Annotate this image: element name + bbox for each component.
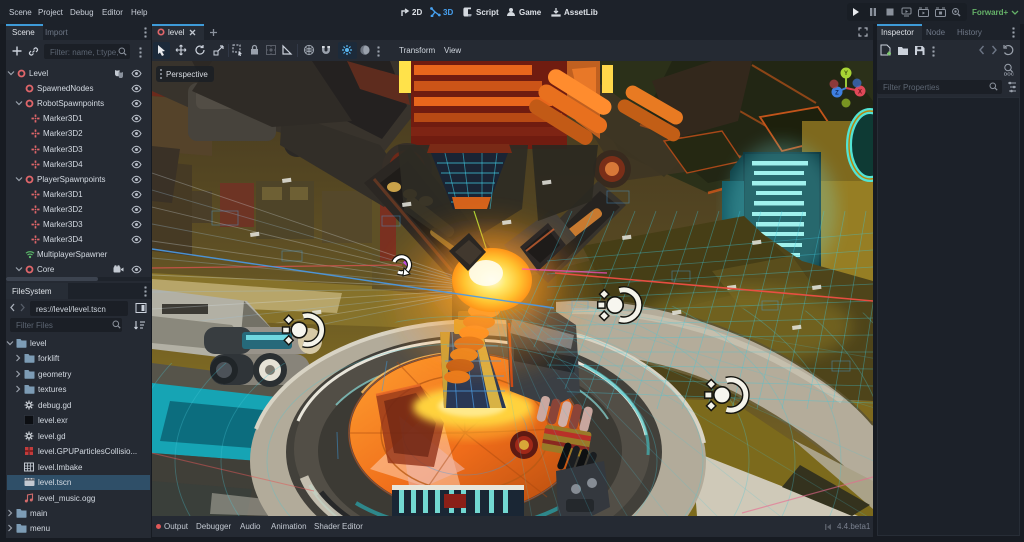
svg-text:X: X [858, 90, 862, 96]
svg-text:Y: Y [844, 71, 848, 77]
svg-text:DOC: DOC [1004, 72, 1015, 77]
svg-text:Z: Z [835, 91, 839, 97]
